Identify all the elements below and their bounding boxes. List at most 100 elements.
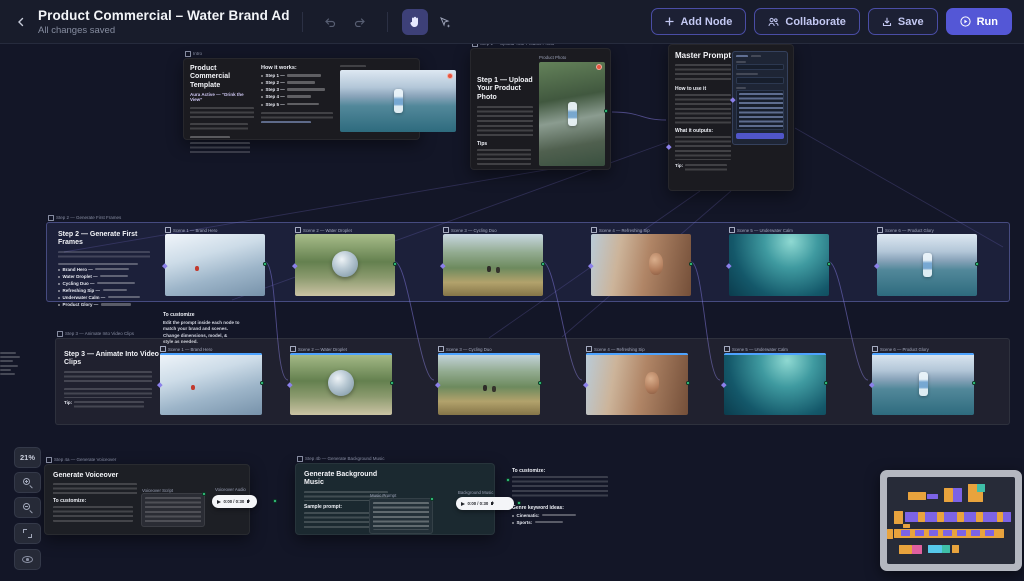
output-port[interactable]	[390, 381, 394, 385]
voiceover-card[interactable]: Step 4a — Generate Voiceover Generate Vo…	[44, 464, 250, 535]
output-port[interactable]	[260, 381, 264, 385]
output-port[interactable]	[604, 109, 608, 113]
music-prompt-node[interactable]: Music Prompt	[369, 498, 433, 534]
prompt-node-panel[interactable]	[732, 51, 788, 145]
play-icon[interactable]	[461, 502, 465, 506]
voiceover-audio-player[interactable]: 0:00 / 0:30	[212, 495, 257, 508]
output-port[interactable]	[393, 262, 397, 266]
volume-icon[interactable]	[247, 499, 252, 504]
back-button[interactable]	[8, 9, 34, 35]
music-audio-player[interactable]: 0:00 / 0:30	[456, 497, 514, 510]
step1-upload-card[interactable]: Step 1 — Upload Your Product Photo Step …	[470, 48, 611, 170]
video-node-scene-1[interactable]: Scene 1 — Brand Hero	[160, 345, 262, 415]
notification-badge	[596, 64, 602, 70]
add-node-button[interactable]: Add Node	[651, 8, 746, 35]
output-port[interactable]	[686, 381, 690, 385]
output-port[interactable]	[430, 497, 434, 501]
tab-skeleton[interactable]	[751, 55, 761, 58]
visibility-button[interactable]	[14, 549, 41, 570]
prompt-textarea[interactable]	[736, 90, 784, 130]
script-node-label: Voiceover Script	[142, 488, 173, 493]
smart-select-tool-button[interactable]	[432, 9, 458, 35]
image-thumbnail	[295, 234, 395, 296]
workflow-canvas[interactable]: Intro Product Commercial Template Aura A…	[0, 44, 1024, 581]
master-prompt-card[interactable]: Master Prompt How to use it What it outp…	[668, 44, 794, 191]
minimap[interactable]	[880, 470, 1022, 571]
video-node-scene-4[interactable]: Scene 4 — Refreshing Sip	[586, 345, 688, 415]
video-progress-bar[interactable]	[160, 353, 262, 355]
field-label-skeleton	[736, 61, 746, 63]
video-progress-bar[interactable]	[872, 353, 974, 355]
volume-icon[interactable]	[491, 501, 496, 506]
video-thumbnail	[290, 353, 392, 415]
minimap-node-orange	[918, 512, 925, 522]
tip-label: Tip:	[675, 164, 683, 169]
custom-prompt-input[interactable]	[736, 77, 784, 84]
output-port[interactable]	[273, 499, 277, 503]
output-port[interactable]	[972, 381, 976, 385]
zoom-level-indicator[interactable]: 21%	[14, 447, 41, 468]
video-node-scene-2[interactable]: Scene 2 — Water Droplet	[290, 345, 392, 415]
image-node-scene-3[interactable]: Scene 3 — Cycling Duo	[443, 226, 543, 296]
scene-list-item: Product Glory —	[58, 303, 160, 308]
voiceover-script-node[interactable]: Voiceover Script	[141, 493, 205, 527]
notification-badge	[447, 73, 453, 79]
panel-run-button[interactable]	[736, 133, 784, 139]
fit-view-button[interactable]	[14, 523, 41, 544]
zoom-out-button[interactable]	[14, 497, 41, 518]
voiceover-heading: Generate Voiceover	[53, 472, 141, 480]
output-port[interactable]	[975, 262, 979, 266]
output-port[interactable]	[689, 262, 693, 266]
output-port[interactable]	[263, 262, 267, 266]
model-select[interactable]	[736, 64, 784, 70]
redo-button[interactable]	[347, 9, 373, 35]
step2-heading: Step 2 — Generate First Frames	[58, 231, 160, 248]
footer-skeleton	[261, 112, 333, 119]
play-icon[interactable]	[217, 500, 221, 504]
video-node-scene-3[interactable]: Scene 3 — Cycling Duo	[438, 345, 540, 415]
template-intro-card[interactable]: Intro Product Commercial Template Aura A…	[183, 58, 420, 140]
image-node-scene-2[interactable]: Scene 2 — Water Droplet	[295, 226, 395, 296]
paragraph-skeleton	[190, 123, 248, 132]
image-node-scene-5[interactable]: Scene 5 — Underwater Calm	[729, 226, 829, 296]
output-port[interactable]	[824, 381, 828, 385]
output-port[interactable]	[827, 262, 831, 266]
node-title: Scene 1 — Brand Hero	[160, 345, 262, 353]
input-port[interactable]	[666, 144, 671, 149]
zoom-in-button[interactable]	[14, 472, 41, 493]
scene-list-item: Cycling Duo —	[58, 282, 160, 287]
how-step: Step 5 —	[261, 103, 333, 108]
video-progress-bar[interactable]	[724, 353, 826, 355]
output-port[interactable]	[202, 492, 206, 496]
save-button[interactable]: Save	[868, 8, 938, 35]
step3-text-block: Step 3 — Animate Into Video Clips Tip:	[64, 351, 162, 408]
run-button[interactable]: Run	[946, 8, 1012, 35]
image-node-scene-6[interactable]: Scene 6 — Product Glory	[877, 226, 977, 296]
collaborate-label: Collaborate	[785, 16, 846, 28]
node-title: Scene 6 — Product Glory	[872, 345, 974, 353]
product-photo-image[interactable]	[539, 62, 605, 166]
how-to-use-heading: How to use it	[675, 86, 733, 92]
collaborate-button[interactable]: Collaborate	[754, 8, 860, 35]
output-port[interactable]	[541, 262, 545, 266]
tab-skeleton[interactable]	[736, 55, 748, 58]
video-node-scene-6[interactable]: Scene 6 — Product Glory	[872, 345, 974, 415]
output-port[interactable]	[538, 381, 542, 385]
hand-tool-button[interactable]	[402, 9, 428, 35]
node-title: Scene 3 — Cycling Duo	[443, 226, 543, 234]
template-preview-image[interactable]	[340, 70, 456, 132]
video-progress-bar[interactable]	[438, 353, 540, 355]
minimap-node-purple	[957, 530, 966, 536]
music-card[interactable]: Step 4b — Generate Background Music Gene…	[295, 463, 495, 535]
minimap-viewport[interactable]	[887, 477, 1015, 564]
video-progress-bar[interactable]	[290, 353, 392, 355]
top-bar: Product Commercial – Water Brand Ad All …	[0, 0, 1024, 44]
undo-button[interactable]	[317, 9, 343, 35]
video-node-scene-5[interactable]: Scene 5 — Underwater Calm	[724, 345, 826, 415]
output-port[interactable]	[517, 501, 521, 505]
how-it-works-heading: How it works:	[261, 65, 333, 72]
input-port[interactable]	[506, 478, 510, 482]
video-progress-bar[interactable]	[586, 353, 688, 355]
image-node-scene-1[interactable]: Scene 1 — Brand Hero	[165, 226, 265, 296]
image-node-scene-4[interactable]: Scene 4 — Refreshing Sip	[591, 226, 691, 296]
